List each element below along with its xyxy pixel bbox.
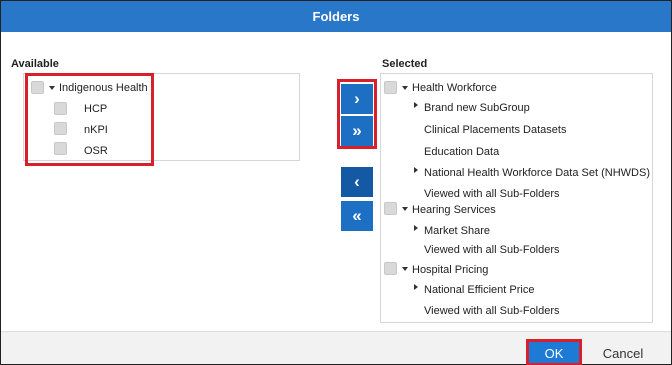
folders-dialog: Folders Available Indigenous Health HCP … — [0, 0, 672, 365]
tree-item-education-data[interactable]: Education Data — [424, 146, 499, 158]
dialog-title: Folders — [1, 1, 671, 32]
remove-selected-button[interactable]: ‹ — [341, 167, 373, 197]
checkbox-health-workforce[interactable] — [384, 81, 397, 94]
caret-down-icon[interactable] — [402, 267, 408, 271]
highlight-add-buttons — [337, 79, 377, 149]
available-label: Available — [11, 58, 59, 70]
tree-item-nhwds[interactable]: National Health Workforce Data Set (NHWD… — [424, 167, 650, 179]
highlight-available-group — [25, 73, 154, 166]
tree-item-hospital-pricing[interactable]: Hospital Pricing — [412, 264, 488, 276]
checkbox-hearing-services[interactable] — [384, 202, 397, 215]
caret-right-icon[interactable] — [414, 284, 418, 290]
tree-item-clinical-placements[interactable]: Clinical Placements Datasets — [424, 124, 566, 136]
cancel-button[interactable]: Cancel — [593, 342, 653, 364]
remove-all-button[interactable]: « — [341, 201, 373, 231]
selected-label: Selected — [382, 58, 428, 70]
tree-item-market-share[interactable]: Market Share — [424, 225, 490, 237]
tree-item-national-efficient-price[interactable]: National Efficient Price — [424, 284, 534, 296]
checkbox-hospital-pricing[interactable] — [384, 262, 397, 275]
caret-right-icon[interactable] — [414, 167, 418, 173]
tree-item-viewed-all-subfolders[interactable]: Viewed with all Sub-Folders — [424, 305, 560, 317]
caret-down-icon[interactable] — [402, 86, 408, 90]
caret-down-icon[interactable] — [402, 207, 408, 211]
caret-right-icon[interactable] — [414, 225, 418, 231]
tree-item-hearing-services[interactable]: Hearing Services — [412, 204, 496, 216]
highlight-ok-button — [526, 339, 582, 365]
tree-item-health-workforce[interactable]: Health Workforce — [412, 82, 497, 94]
caret-right-icon[interactable] — [414, 102, 418, 108]
tree-item-viewed-all-subfolders[interactable]: Viewed with all Sub-Folders — [424, 244, 560, 256]
tree-item-viewed-all-subfolders[interactable]: Viewed with all Sub-Folders — [424, 188, 560, 200]
tree-item-brand-new-subgroup[interactable]: Brand new SubGroup — [424, 102, 530, 114]
